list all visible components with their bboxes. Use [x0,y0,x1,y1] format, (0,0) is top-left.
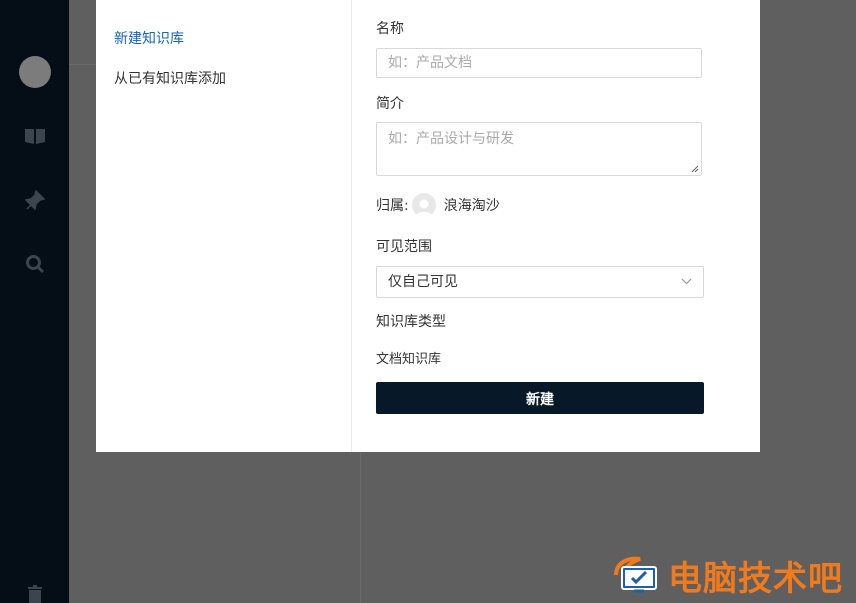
watermark-logo: 电脑技术吧 [612,553,843,599]
app-sidebar [0,0,69,603]
intro-placeholder: 如：产品设计与研发 [388,131,514,147]
user-icon [415,199,432,217]
type-label: 知识库类型 [376,314,446,330]
computer-logo-icon [614,556,657,593]
visibility-select[interactable]: 仅自己可见 [376,266,704,298]
intro-label: 简介 [376,96,404,112]
owner-name: 浪海淘沙 [443,198,500,214]
trash-icon[interactable] [0,585,69,603]
dialog-form: 名称 如：产品文档 简介 如：产品设计与研发 归属: 浪海淘沙 可见范围 仅自己… [376,0,706,452]
book-icon[interactable] [0,127,69,145]
nav-item-new-kb[interactable]: 新建知识库 [114,28,184,48]
owner-avatar [411,193,436,217]
resize-handle-icon[interactable] [691,165,699,173]
intro-textarea[interactable]: 如：产品设计与研发 [376,122,702,176]
watermark-text: 电脑技术吧 [668,558,843,599]
name-label: 名称 [376,21,404,37]
user-avatar[interactable] [0,56,69,88]
new-knowledge-base-dialog: 新建知识库 从已有知识库添加 名称 如：产品文档 简介 如：产品设计与研发 归属… [96,0,760,452]
name-input[interactable]: 如：产品文档 [376,48,702,78]
search-icon[interactable] [0,254,69,274]
owner-label: 归属: [376,198,409,214]
nav-item-add-existing[interactable]: 从已有知识库添加 [114,68,226,88]
visibility-label: 可见范围 [376,239,432,255]
create-button[interactable]: 新建 [376,382,704,414]
owner-row: 归属: 浪海淘沙 [376,193,500,217]
dialog-nav: 新建知识库 从已有知识库添加 [96,0,352,452]
pin-icon[interactable] [0,190,69,210]
visibility-value: 仅自己可见 [388,274,458,290]
avatar [18,56,51,88]
type-value: 文档知识库 [376,352,442,367]
chevron-down-icon [681,278,692,285]
